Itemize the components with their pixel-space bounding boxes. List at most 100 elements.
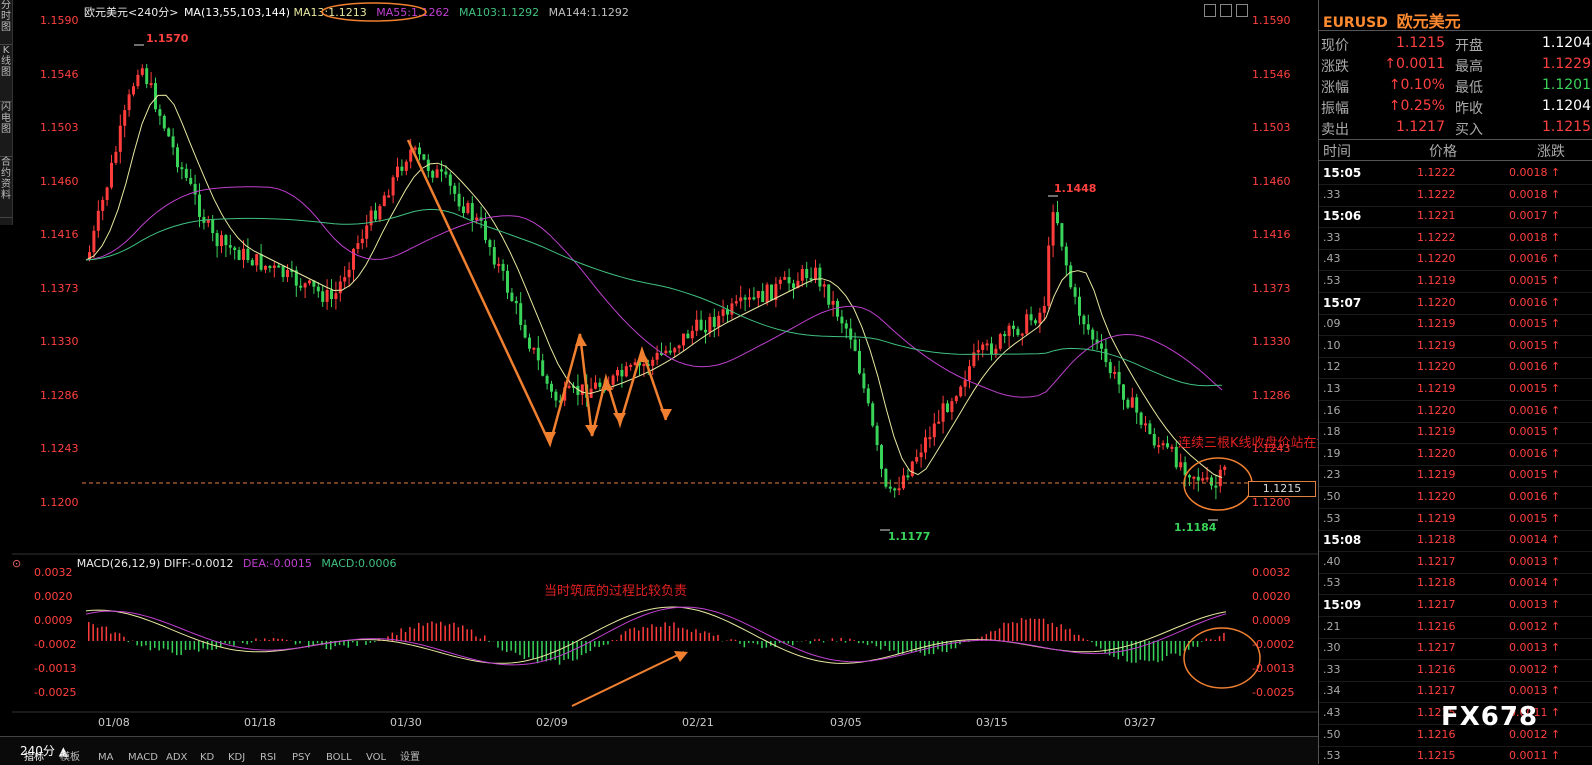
candle [845, 323, 848, 328]
candle [946, 403, 949, 412]
tab-ma[interactable]: MA [98, 750, 113, 765]
tick-time: .40 [1323, 555, 1341, 568]
tick-time: .13 [1323, 382, 1341, 395]
candle [106, 187, 109, 199]
macd-bar [224, 641, 226, 643]
tick-change: 0.0015 ↑ [1509, 468, 1560, 481]
macd-bar [418, 623, 420, 641]
tick-row[interactable]: 15:081.12180.0014 ↑ [1319, 529, 1592, 552]
macd-bar [862, 641, 864, 643]
low-price-label: 1.1177 [888, 530, 930, 543]
tab-adx[interactable]: ADX [166, 750, 187, 765]
quote-l1: 涨跌 [1321, 56, 1349, 76]
candle [999, 334, 1002, 349]
macd-bar [810, 641, 812, 644]
tick-row[interactable]: .211.12160.0012 ↑ [1319, 616, 1592, 639]
tab-rsi[interactable]: RSI [260, 750, 276, 765]
tick-change: 0.0018 ↑ [1509, 166, 1560, 179]
candle [867, 388, 870, 403]
tick-row[interactable]: .531.12190.0015 ↑ [1319, 270, 1592, 293]
tick-row[interactable]: .531.12180.0014 ↑ [1319, 572, 1592, 595]
candle [933, 423, 936, 437]
macd-bar [194, 641, 196, 650]
candle [334, 293, 337, 299]
macd-bar [752, 641, 754, 643]
candle [119, 126, 122, 152]
tab-vol[interactable]: VOL [366, 750, 386, 765]
tick-row[interactable]: .231.12190.0015 ↑ [1319, 464, 1592, 487]
tick-row[interactable]: .331.12160.0012 ↑ [1319, 659, 1592, 682]
macd-bar [700, 633, 702, 641]
macd-bar [431, 621, 433, 641]
tick-row[interactable]: .501.12200.0016 ↑ [1319, 486, 1592, 509]
candle [172, 136, 175, 147]
candle [550, 384, 553, 392]
tick-price: 1.1216 [1417, 663, 1456, 676]
candle [686, 334, 689, 339]
tick-row[interactable]: .531.12150.0011 ↑ [1319, 745, 1592, 764]
macd-bar [717, 635, 719, 641]
settings-dot-icon[interactable]: ⊙ [12, 557, 21, 570]
tick-list[interactable]: 15:051.12220.0018 ↑.331.12220.0018 ↑15:0… [1319, 162, 1592, 764]
candle [968, 366, 971, 380]
candle [757, 291, 760, 298]
tab-psy[interactable]: PSY [292, 750, 311, 765]
tab-kd[interactable]: KD [200, 750, 214, 765]
tick-row[interactable]: 15:051.12220.0018 ↑ [1319, 162, 1592, 185]
tick-row[interactable]: .331.12220.0018 ↑ [1319, 184, 1592, 207]
tick-row[interactable]: 15:071.12200.0016 ↑ [1319, 292, 1592, 315]
quote-l2: 最高 [1455, 56, 1483, 76]
tab-settings[interactable]: 设置 [400, 750, 420, 765]
macd-axis-right: 0.0032 0.0020 0.0009 -0.0002 -0.0013 -0.… [1252, 566, 1312, 706]
tab-template[interactable]: 模板 [60, 750, 80, 765]
price-tick: 1.1286 [1252, 389, 1291, 402]
tick-row[interactable]: .401.12170.0013 ↑ [1319, 551, 1592, 574]
tick-price: 1.1219 [1417, 339, 1456, 352]
tick-row[interactable]: .131.12190.0015 ↑ [1319, 378, 1592, 401]
tick-row[interactable]: .121.12200.0016 ↑ [1319, 356, 1592, 379]
tick-row[interactable]: 15:061.12210.0017 ↑ [1319, 205, 1592, 228]
tick-price: 1.1215 [1417, 749, 1456, 762]
macd-bar [906, 641, 908, 651]
tab-lightning[interactable]: 闪电图 [0, 102, 12, 157]
macd-bar [1175, 641, 1177, 654]
candle [141, 68, 144, 75]
tick-row[interactable]: .191.12200.0016 ↑ [1319, 443, 1592, 466]
tick-row[interactable]: .161.12200.0016 ↑ [1319, 400, 1592, 423]
candle [832, 301, 835, 305]
candle [136, 75, 139, 86]
tick-row[interactable]: .431.12200.0016 ↑ [1319, 248, 1592, 271]
candle [770, 285, 773, 300]
tick-change: 0.0014 ↑ [1509, 533, 1560, 546]
tick-change: 0.0013 ↑ [1509, 598, 1560, 611]
tab-macd[interactable]: MACD [128, 750, 158, 765]
tick-row[interactable]: .341.12170.0013 ↑ [1319, 680, 1592, 703]
tab-kline[interactable]: K线图 [0, 45, 12, 102]
tick-row[interactable]: .091.12190.0015 ↑ [1319, 313, 1592, 336]
main-chart[interactable]: 欧元美元<240分> MA(13,55,103,144) MA13:1.1213… [12, 0, 1318, 740]
macd-bar [598, 641, 600, 647]
tick-row[interactable]: .101.12190.0015 ↑ [1319, 335, 1592, 358]
ma13-highlight-ellipse [322, 3, 426, 21]
tick-row[interactable]: .531.12190.0015 ↑ [1319, 508, 1592, 531]
tab-timeshare[interactable]: 分时图 [0, 0, 12, 45]
quote-l2: 最低 [1455, 77, 1483, 97]
tick-row[interactable]: .331.12220.0018 ↑ [1319, 227, 1592, 250]
macd-bar [101, 627, 103, 641]
macd-bar [1144, 641, 1146, 660]
candle [1206, 477, 1209, 479]
candle [840, 317, 843, 324]
macd-bar [713, 636, 715, 641]
macd-bar [449, 624, 451, 641]
tab-contract-info[interactable]: 合约资料 [0, 157, 12, 218]
tick-row[interactable]: 15:091.12170.0013 ↑ [1319, 594, 1592, 617]
tab-kdj[interactable]: KDJ [228, 750, 245, 765]
macd-bar [317, 641, 319, 643]
tab-indicators[interactable]: 指标 [24, 750, 44, 765]
macd-bar [1201, 641, 1203, 642]
tab-boll[interactable]: BOLL [326, 750, 352, 765]
tick-row[interactable]: .301.12170.0013 ↑ [1319, 637, 1592, 660]
macd-bar [141, 641, 143, 646]
tick-row[interactable]: .181.12190.0015 ↑ [1319, 421, 1592, 444]
macd-bar [370, 641, 372, 643]
